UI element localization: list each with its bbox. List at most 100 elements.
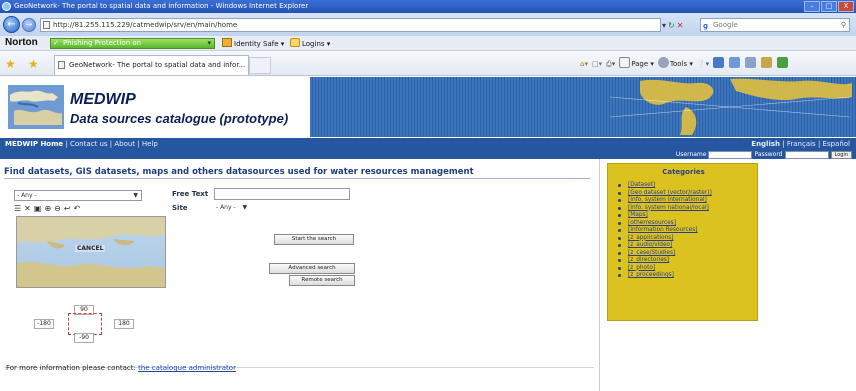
address-url: http://81.255.115.229/catmedwip/srv/en/m… <box>53 21 238 29</box>
search-map[interactable]: CANCEL <box>16 216 166 288</box>
chevron-down-icon: ▼ <box>133 192 138 199</box>
site-banner: MEDWIP Data sources catalogue (prototype… <box>0 77 856 137</box>
norton-status-dropdown[interactable]: ✓ Phishing Protection on ▾ <box>50 38 215 49</box>
home-icon[interactable]: ⌂▾ <box>580 58 588 70</box>
identity-safe-button[interactable]: Identity Safe ▾ <box>222 38 284 50</box>
zoom-out-icon[interactable]: ⊖ <box>54 204 61 214</box>
category-link[interactable]: [z_case/Studies] <box>618 250 756 258</box>
google-icon: g <box>703 22 709 30</box>
bbox-east-input[interactable]: 180 <box>114 319 134 329</box>
toolbar-icon-1[interactable] <box>713 57 725 70</box>
search-icon[interactable]: ⚲ <box>841 19 846 31</box>
select-tool-icon[interactable]: ☰ <box>14 204 21 214</box>
page-menu[interactable]: Page ▾ <box>619 57 654 70</box>
nav-help-link[interactable]: Help <box>142 140 158 148</box>
zoom-in-icon[interactable]: ⊕ <box>44 204 51 214</box>
username-label: Username <box>675 151 707 158</box>
site-label: Site <box>172 204 188 212</box>
add-favorites-icon[interactable]: ★ <box>28 57 39 71</box>
toolbar-icon-3[interactable] <box>745 57 757 70</box>
chevron-down-icon: ▼ <box>242 204 248 211</box>
back-button[interactable]: ← <box>3 16 20 33</box>
category-link[interactable]: [z_photo] <box>618 265 756 273</box>
nav-about-link[interactable]: About <box>114 140 135 148</box>
language-selector: English | Français | Español <box>751 138 850 150</box>
maximize-button[interactable]: □ <box>821 1 837 12</box>
map-terrain <box>17 217 165 287</box>
nav-home-link[interactable]: MEDWIP Home <box>5 140 63 148</box>
remote-search-button[interactable]: Remote search <box>289 275 355 286</box>
back-arrow-icon: ← <box>7 19 16 30</box>
dropdown-icon[interactable]: ▾ <box>662 21 666 30</box>
new-tab-button[interactable] <box>249 57 271 74</box>
identity-safe-icon <box>222 38 232 47</box>
categories-list: [Dataset] [Geo dataset (vector/raster)] … <box>618 182 756 280</box>
group-select[interactable]: - Any - ▼ <box>14 190 142 201</box>
site-nav-bar: MEDWIP Home | Contact us | About | Help … <box>0 138 856 150</box>
tab-geonetwork[interactable]: GeoNetwork- The portal to spatial data a… <box>54 55 249 75</box>
search-input[interactable]: g Google ⚲ <box>700 18 850 32</box>
nav-contact-link[interactable]: Contact us <box>70 140 108 148</box>
password-label: Password <box>754 151 783 158</box>
password-input[interactable] <box>784 150 829 159</box>
address-toolbar: ← → http://81.255.115.229/catmedwip/srv/… <box>0 13 856 36</box>
help-icon[interactable]: ❔▾ <box>697 58 709 70</box>
tools-menu[interactable]: Tools ▾ <box>657 57 693 70</box>
feeds-icon[interactable]: □▾ <box>592 58 602 70</box>
contact-admin-link[interactable]: the catalogue administrator <box>138 364 236 372</box>
refresh-icon[interactable]: ↻ <box>668 21 675 30</box>
login-form: Username Password Login <box>676 150 852 159</box>
category-link[interactable]: [otherresources] <box>618 220 756 228</box>
print-icon[interactable]: ⎙▾ <box>606 58 615 70</box>
lang-english-link[interactable]: English <box>751 140 780 148</box>
window-title: GeoNetwork- The portal to spatial data a… <box>14 2 309 10</box>
address-input[interactable]: http://81.255.115.229/catmedwip/srv/en/m… <box>40 18 661 32</box>
bbox-west-input[interactable]: -180 <box>34 319 54 329</box>
favorites-star-icon[interactable]: ★ <box>5 57 16 71</box>
category-link[interactable]: [Info. system international] <box>618 197 756 205</box>
toolbar-icon-2[interactable] <box>729 57 741 70</box>
toolbar-icon-4[interactable] <box>761 57 773 70</box>
logins-button[interactable]: Logins ▾ <box>290 38 330 50</box>
category-link[interactable]: [Maps] <box>618 212 756 220</box>
contact-line: For more information please contact: the… <box>6 364 236 372</box>
category-link[interactable]: [Info. system national/local] <box>618 205 756 213</box>
category-link[interactable]: [Dataset] <box>618 182 756 190</box>
zoom-box-icon[interactable]: ▣ <box>34 204 42 214</box>
lang-spanish-link[interactable]: Español <box>823 140 850 148</box>
tab-bar: ★ ★ GeoNetwork- The portal to spatial da… <box>0 51 856 76</box>
toolbar-icon-5[interactable] <box>777 57 789 70</box>
username-input[interactable] <box>708 150 753 159</box>
category-link[interactable]: [z_applications] <box>618 235 756 243</box>
category-link[interactable]: [z_proceedings] <box>618 272 756 280</box>
category-link[interactable]: [Information Resources] <box>618 227 756 235</box>
clear-icon[interactable]: ✕ <box>24 204 31 214</box>
category-link[interactable]: [z_audio/video] <box>618 242 756 250</box>
banner-title: MEDWIP <box>70 91 136 108</box>
site-select[interactable]: - Any - ▼ <box>216 203 266 213</box>
free-text-label: Free Text <box>172 190 209 198</box>
category-link[interactable]: [z_directories] <box>618 257 756 265</box>
map-cancel-button[interactable]: CANCEL <box>75 245 106 252</box>
address-tools: ▾ ↻ ✕ <box>662 18 698 32</box>
close-button[interactable]: X <box>838 1 854 12</box>
start-search-button[interactable]: Start the search <box>274 234 354 245</box>
lang-french-link[interactable]: Français <box>787 140 816 148</box>
stop-icon[interactable]: ✕ <box>677 21 684 30</box>
advanced-search-button[interactable]: Advanced search <box>269 263 355 274</box>
pan-icon[interactable]: ↩ <box>64 204 71 214</box>
logins-label: Logins ▾ <box>302 40 331 48</box>
login-button[interactable]: Login <box>830 150 852 159</box>
banner-subtitle: Data sources catalogue (prototype) <box>70 111 289 126</box>
minimize-button[interactable]: – <box>804 1 820 12</box>
forward-arrow-icon: → <box>25 20 33 29</box>
bbox-south-input[interactable]: -90 <box>74 333 94 343</box>
norton-status-text: Phishing Protection on <box>63 39 142 47</box>
undo-icon[interactable]: ↶ <box>74 204 81 214</box>
divider <box>4 178 590 179</box>
window-controls: – □ X <box>804 1 854 12</box>
login-bar: Username Password Login <box>0 150 856 159</box>
free-text-input[interactable] <box>214 188 350 200</box>
forward-button[interactable]: → <box>22 18 36 32</box>
category-link[interactable]: [Geo dataset (vector/raster)] <box>618 190 756 198</box>
